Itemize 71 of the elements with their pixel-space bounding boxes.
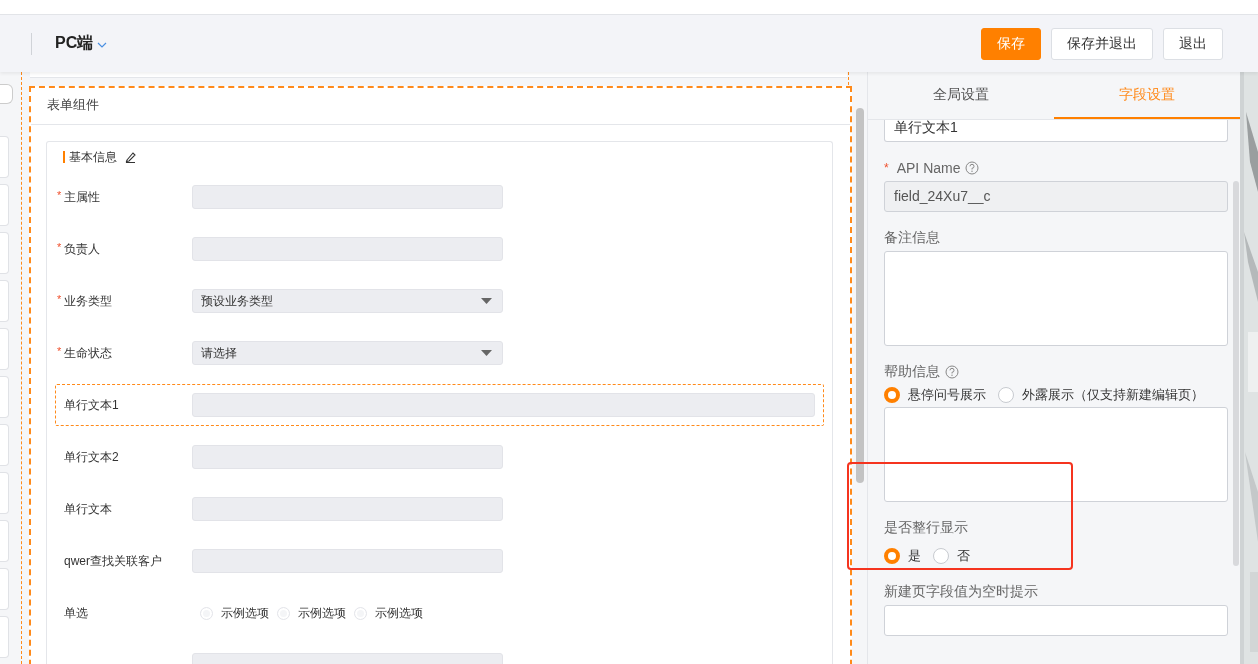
input-field[interactable] <box>192 237 503 261</box>
field-label: 主属性 <box>64 189 100 204</box>
input-field[interactable] <box>192 393 815 417</box>
option-label[interactable]: 外露展示（仅支持新建编辑页） <box>1022 386 1204 404</box>
header-button[interactable]: 保存并退出 <box>1051 27 1153 60</box>
field-label: 生命状态 <box>64 345 112 360</box>
input-field[interactable] <box>192 549 503 573</box>
required-mark: * <box>57 345 62 357</box>
option-label[interactable]: 示例选项 <box>221 604 269 622</box>
component-card[interactable] <box>0 328 9 370</box>
radio-button[interactable] <box>933 548 949 564</box>
selected-field-frame[interactable]: 单行文本1 <box>55 384 824 426</box>
text-area[interactable] <box>884 251 1228 346</box>
required-mark: * <box>57 189 62 201</box>
input-field[interactable] <box>884 605 1228 636</box>
scrollbar-thumb[interactable] <box>856 108 864 483</box>
component-card[interactable] <box>0 184 9 226</box>
accent-bar <box>63 151 65 163</box>
field-label: 单选 <box>64 605 88 620</box>
section-title: 基本信息 <box>69 148 117 166</box>
dropdown-arrow-icon <box>481 350 492 356</box>
dropdown-field[interactable]: 预设业务类型 <box>192 289 503 313</box>
input-field[interactable] <box>192 185 503 209</box>
field-label: 是否整行显示 <box>884 519 968 537</box>
tab[interactable]: 全局设置 <box>868 72 1054 119</box>
search-field[interactable] <box>0 84 13 104</box>
input-field[interactable] <box>192 445 503 469</box>
text-area[interactable] <box>884 407 1228 502</box>
required-mark: * <box>884 161 889 175</box>
field-label: 单行文本 <box>64 501 112 516</box>
component-card[interactable] <box>0 472 9 514</box>
component-card[interactable] <box>0 520 9 562</box>
dropdown-field[interactable]: 请选择 <box>192 341 503 365</box>
field-label: qwer查找关联客户 <box>64 553 162 568</box>
caret-icon <box>97 42 108 48</box>
component-card[interactable] <box>0 136 9 178</box>
dropdown-arrow-icon <box>481 298 492 304</box>
pencil-icon[interactable] <box>125 151 136 163</box>
component-card[interactable] <box>0 568 9 610</box>
field-label: 单行文本1 <box>64 397 119 412</box>
scrollbar[interactable] <box>855 72 867 664</box>
panel-title: 表单组件 <box>31 88 850 125</box>
component-card[interactable] <box>0 280 9 322</box>
platform-switcher[interactable]: PC端 <box>55 33 108 54</box>
component-card[interactable] <box>0 616 9 658</box>
option-label[interactable]: 示例选项 <box>298 604 346 622</box>
field-label: 业务类型 <box>64 293 112 308</box>
required-mark: * <box>57 241 62 253</box>
input-field: field_24Xu7__c <box>884 181 1228 212</box>
option-label[interactable]: 是 <box>908 547 921 565</box>
help-icon[interactable] <box>945 365 959 379</box>
radio-button[interactable] <box>884 387 900 403</box>
scrollbar-thumb[interactable] <box>1233 181 1239 566</box>
component-card[interactable] <box>0 424 9 466</box>
component-card[interactable] <box>0 232 9 274</box>
field-label: 备注信息 <box>884 229 940 247</box>
input-field[interactable] <box>192 497 503 521</box>
option-label[interactable]: 否 <box>957 547 970 565</box>
input-field[interactable]: 单行文本1 <box>884 120 1228 142</box>
field-label: API Name <box>896 160 961 176</box>
field-label: 负责人 <box>64 241 100 256</box>
field-label: 新建页字段值为空时提示 <box>884 583 1038 601</box>
option-label[interactable]: 悬停问号展示 <box>908 386 986 404</box>
option-label[interactable]: 示例选项 <box>375 604 423 622</box>
field-label: 单行文本2 <box>64 449 119 464</box>
radio-button[interactable] <box>998 387 1014 403</box>
field-label: 帮助信息 <box>884 363 940 381</box>
radio-button[interactable] <box>884 548 900 564</box>
header-button[interactable]: 退出 <box>1163 27 1223 60</box>
component-card[interactable] <box>0 376 9 418</box>
required-mark: * <box>57 293 62 305</box>
